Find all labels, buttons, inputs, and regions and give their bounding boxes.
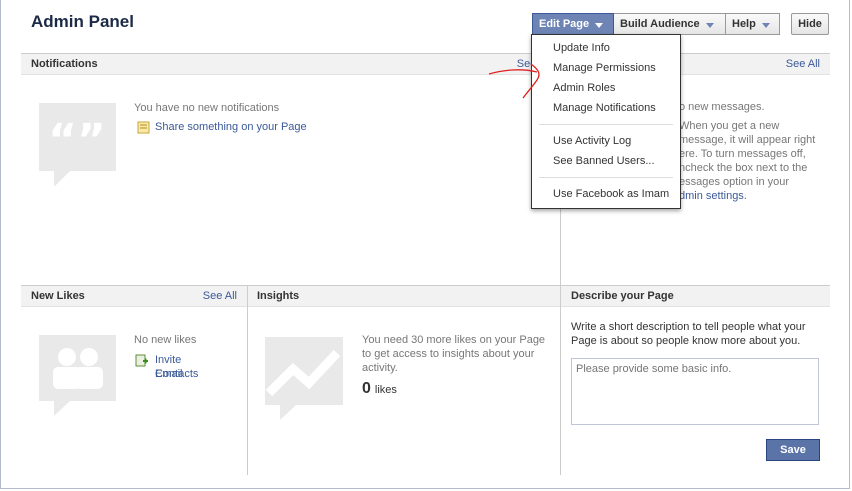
menu-item-update-info[interactable]: Update Info <box>553 42 610 54</box>
insights-header: Insights <box>247 285 561 307</box>
build-audience-label: Build Audience <box>620 18 700 30</box>
describe-line: Page is about so people know more about … <box>571 335 801 347</box>
people-bubble-icon <box>39 335 116 416</box>
menu-item-manage-notifications[interactable]: Manage Notifications <box>553 102 656 114</box>
help-button[interactable]: Help <box>726 13 780 35</box>
save-button[interactable]: Save <box>766 439 820 461</box>
likes-count: 0 likes <box>362 380 397 398</box>
admin-settings-link[interactable]: dmin settings. <box>679 189 747 203</box>
build-audience-button[interactable]: Build Audience <box>614 13 726 35</box>
caret-down-icon <box>705 22 714 28</box>
invite-label-2: Contacts <box>155 368 199 380</box>
divider <box>560 285 561 475</box>
no-notifications-text: You have no new notifications <box>134 102 280 114</box>
likes-label: likes <box>374 384 397 396</box>
menu-item-banned-users[interactable]: See Banned Users... <box>553 155 655 167</box>
help-label: Help <box>732 18 756 30</box>
describe-header: Describe your Page <box>561 285 830 307</box>
edit-page-button[interactable]: Edit Page <box>532 13 614 35</box>
no-likes-text: No new likes <box>134 334 197 346</box>
add-contact-icon <box>135 354 148 367</box>
svg-text:“”: “” <box>48 115 106 166</box>
edit-page-label: Edit Page <box>539 18 590 30</box>
description-input[interactable] <box>571 358 819 425</box>
menu-item-admin-roles[interactable]: Admin Roles <box>553 82 615 94</box>
menu-separator <box>539 177 673 178</box>
new-likes-title: New Likes <box>31 290 85 302</box>
menu-item-activity-log[interactable]: Use Activity Log <box>553 135 631 147</box>
insights-line: activity. <box>362 362 398 374</box>
messages-line: ncheck the box next to the <box>679 162 808 174</box>
edit-page-menu: Update Info Manage Permissions Admin Rol… <box>531 34 681 209</box>
chart-bubble-icon <box>265 337 343 420</box>
caret-down-icon <box>595 22 604 28</box>
insights-line: to get access to insights about your <box>362 348 535 360</box>
page-title: Admin Panel <box>31 12 134 31</box>
hide-button[interactable]: Hide <box>791 13 829 35</box>
new-likes-header: New Likes See All <box>21 285 247 307</box>
notifications-title: Notifications <box>31 58 98 70</box>
caret-down-icon <box>761 22 770 28</box>
messages-line: When you get a new <box>679 120 780 132</box>
notifications-header: Notifications See All <box>21 53 561 75</box>
describe-line: Write a short description to tell people… <box>571 321 806 333</box>
share-link[interactable]: Share something on your Page <box>137 120 307 134</box>
insights-line: You need 30 more likes on your Page <box>362 334 546 346</box>
red-arrow-annotation <box>488 63 540 99</box>
quote-bubble-icon: “” <box>39 103 116 187</box>
menu-item-use-facebook-as[interactable]: Use Facebook as Imam <box>553 188 669 200</box>
note-icon <box>137 121 150 133</box>
menu-item-manage-permissions[interactable]: Manage Permissions <box>553 62 656 74</box>
likes-number: 0 <box>362 380 371 397</box>
messages-line: essages option in your <box>679 176 790 188</box>
insights-title: Insights <box>257 290 300 302</box>
menu-separator <box>539 124 673 125</box>
messages-see-all-link[interactable]: See All <box>786 58 820 70</box>
share-link-label: Share something on your Page <box>155 121 307 133</box>
describe-title: Describe your Page <box>571 290 674 302</box>
new-likes-see-all-link[interactable]: See All <box>203 290 237 302</box>
messages-line: message, it will appear right <box>679 134 816 146</box>
messages-line: ere. To turn messages off, <box>679 148 806 160</box>
divider <box>247 285 248 475</box>
messages-line: o new messages. <box>679 101 765 113</box>
